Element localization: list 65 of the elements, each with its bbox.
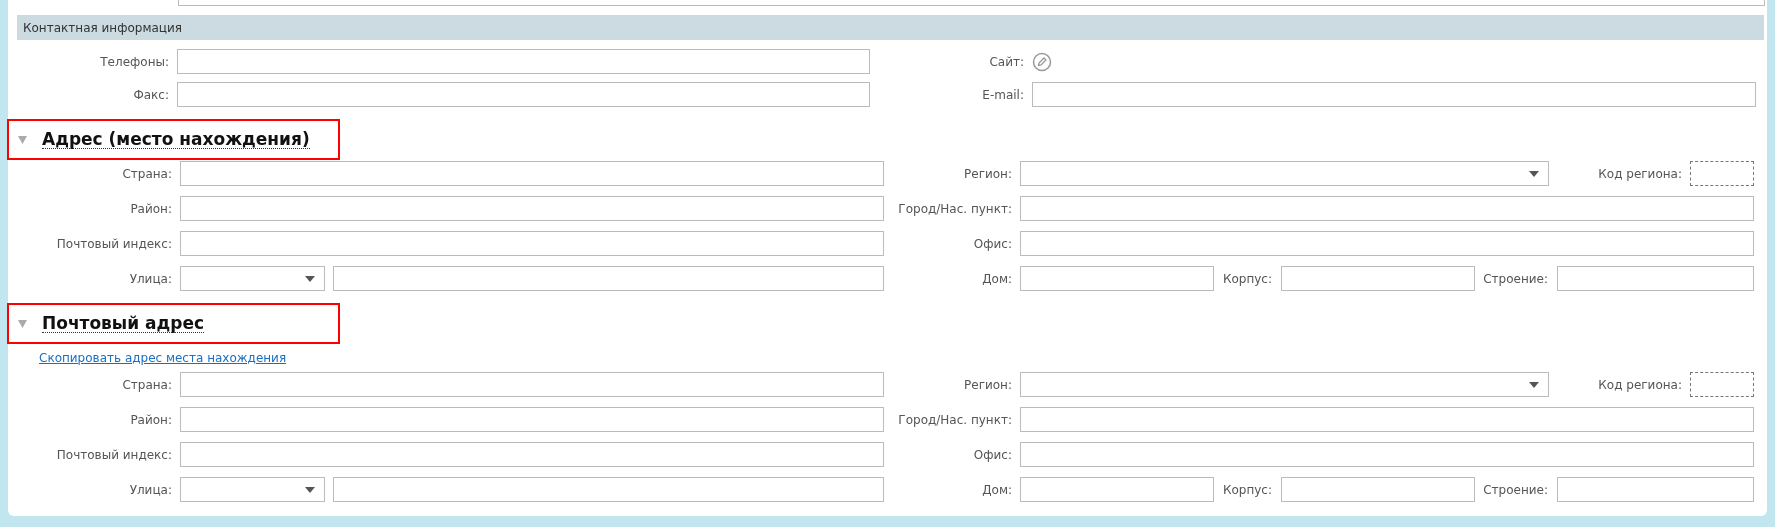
input-field[interactable] bbox=[1281, 477, 1475, 502]
input-field[interactable] bbox=[333, 477, 884, 502]
field-label: Факс: bbox=[132, 87, 169, 102]
field-label: Страна: bbox=[121, 377, 172, 392]
field-label: Строение: bbox=[1482, 271, 1548, 286]
dropdown-arrow-icon bbox=[305, 486, 315, 493]
input-field[interactable] bbox=[1690, 372, 1754, 397]
field-label: Строение: bbox=[1482, 482, 1548, 497]
field-label: Регион: bbox=[963, 377, 1012, 392]
input-field[interactable] bbox=[177, 82, 870, 107]
input-field[interactable] bbox=[180, 407, 884, 432]
field-label: Дом: bbox=[981, 482, 1012, 497]
field-label: Корпус: bbox=[1221, 482, 1272, 497]
input-field[interactable] bbox=[1032, 82, 1756, 107]
section-title: Контактная информация bbox=[23, 20, 182, 35]
pencil-icon[interactable] bbox=[1032, 51, 1052, 72]
input-field[interactable] bbox=[180, 161, 884, 186]
input-field[interactable] bbox=[180, 231, 884, 256]
collapse-triangle-icon[interactable] bbox=[18, 135, 27, 144]
dropdown-arrow-icon bbox=[1529, 381, 1539, 388]
field-label: Дом: bbox=[981, 271, 1012, 286]
street-type-dropdown[interactable] bbox=[180, 266, 325, 291]
input-field[interactable] bbox=[177, 49, 870, 74]
input-field[interactable] bbox=[1020, 442, 1754, 467]
input-field[interactable] bbox=[1690, 161, 1754, 186]
input-field[interactable] bbox=[1557, 477, 1754, 502]
field-label: Город/Нас. пункт: bbox=[897, 412, 1012, 427]
region-dropdown[interactable] bbox=[1020, 372, 1549, 397]
field-label: Корпус: bbox=[1221, 271, 1272, 286]
input-field[interactable] bbox=[333, 266, 884, 291]
field-label: Регион: bbox=[963, 166, 1012, 181]
copy-address-link[interactable]: Скопировать адрес места нахождения bbox=[39, 351, 287, 365]
field-label: Офис: bbox=[972, 236, 1012, 251]
street-type-dropdown[interactable] bbox=[180, 477, 325, 502]
field-label: Почтовый индекс: bbox=[55, 447, 172, 462]
dropdown-arrow-icon bbox=[1529, 170, 1539, 177]
input-field[interactable] bbox=[1020, 407, 1754, 432]
input-field[interactable] bbox=[1020, 266, 1214, 291]
section-heading[interactable]: Почтовый адрес bbox=[42, 314, 205, 333]
field-label: E-mail: bbox=[981, 87, 1024, 102]
field-label: Район: bbox=[129, 412, 172, 427]
dropdown-arrow-icon bbox=[305, 275, 315, 282]
field-label: Код региона: bbox=[1598, 377, 1682, 392]
input-field[interactable] bbox=[1281, 266, 1475, 291]
field-label: Сайт: bbox=[988, 54, 1024, 69]
field-label: Страна: bbox=[121, 166, 172, 181]
section-heading[interactable]: Адрес (место нахождения) bbox=[42, 130, 310, 149]
field-label: Почтовый индекс: bbox=[55, 236, 172, 251]
field-label: Улица: bbox=[128, 482, 172, 497]
field-label: Город/Нас. пункт: bbox=[897, 201, 1012, 216]
field-label: Телефоны: bbox=[99, 54, 169, 69]
input-field[interactable] bbox=[178, 0, 1765, 6]
input-field[interactable] bbox=[1020, 477, 1214, 502]
field-label: Район: bbox=[129, 201, 172, 216]
field-label: Код региона: bbox=[1598, 166, 1682, 181]
input-field[interactable] bbox=[180, 372, 884, 397]
collapse-triangle-icon[interactable] bbox=[18, 319, 27, 328]
input-field[interactable] bbox=[1557, 266, 1754, 291]
field-label: Офис: bbox=[972, 447, 1012, 462]
input-field[interactable] bbox=[180, 442, 884, 467]
input-field[interactable] bbox=[180, 196, 884, 221]
input-field[interactable] bbox=[1020, 196, 1754, 221]
region-dropdown[interactable] bbox=[1020, 161, 1549, 186]
input-field[interactable] bbox=[1020, 231, 1754, 256]
field-label: Улица: bbox=[128, 271, 172, 286]
